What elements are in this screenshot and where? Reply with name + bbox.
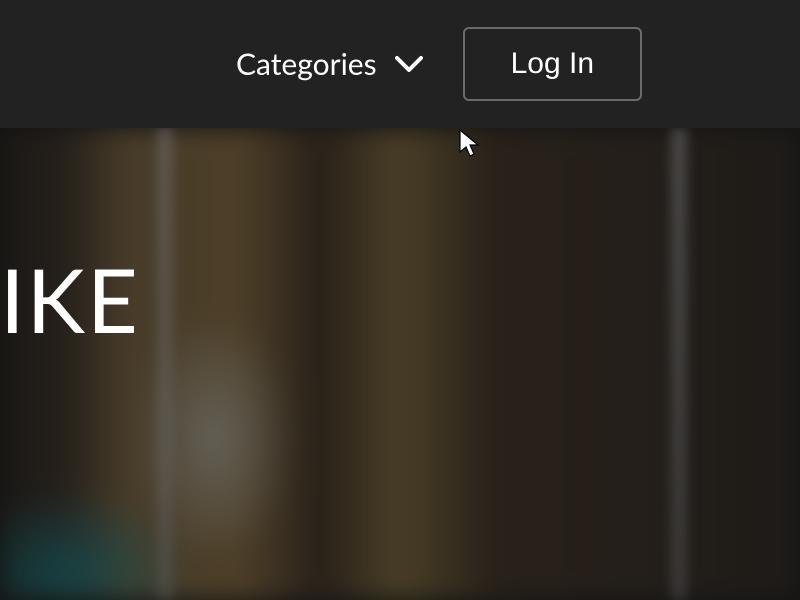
login-button[interactable]: Log In [463, 27, 642, 101]
hero-headline: IKE [0, 246, 140, 352]
top-nav: Categories Log In [0, 0, 800, 128]
categories-label: Categories [236, 46, 377, 82]
categories-dropdown[interactable]: Categories [236, 46, 423, 82]
chevron-down-icon [395, 50, 423, 78]
hero-overlay [0, 128, 800, 600]
login-label: Log In [511, 47, 594, 80]
hero-section: IKE [0, 128, 800, 600]
